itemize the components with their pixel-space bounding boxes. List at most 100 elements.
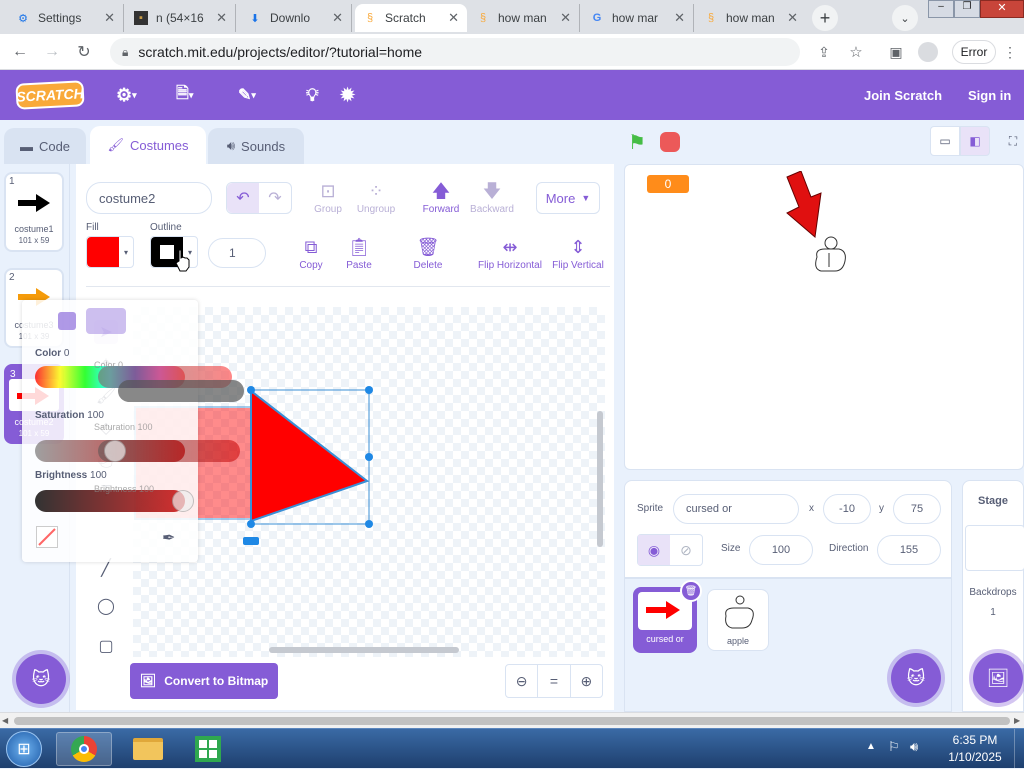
tray-expand-icon[interactable]: ▲	[866, 741, 876, 752]
show-eye-icon[interactable]: ◉	[638, 535, 670, 565]
stop-icon[interactable]	[660, 132, 680, 152]
backward-button[interactable]: 🡇 Backward	[468, 180, 516, 215]
tab-costumes[interactable]: 🖌︎ Costumes	[90, 126, 206, 164]
start-button[interactable]: ⊞	[6, 731, 42, 767]
stage-selector-panel[interactable]: Stage Backdrops 1 🖼︎	[962, 480, 1024, 712]
forward-button[interactable]: 🡅 Forward	[420, 180, 462, 215]
paint-canvas[interactable]	[133, 307, 605, 657]
sprite-thumb-cursed-or[interactable]: cursed or 🗑︎	[633, 580, 702, 653]
browser-tab-how-many-1[interactable]: § how man ✕	[468, 4, 580, 32]
undo-icon[interactable]: ↶	[227, 183, 259, 213]
costume-name-input[interactable]: costume2	[86, 182, 212, 214]
share-icon[interactable]: ⇪	[814, 42, 834, 62]
fullscreen-icon[interactable]: ⛶	[1000, 126, 1024, 156]
choose-backdrop-button[interactable]: 🖼︎	[973, 653, 1023, 703]
sign-in-link[interactable]: Sign in	[968, 83, 1011, 107]
back-arrow-icon[interactable]: ←	[10, 42, 30, 62]
clock-date[interactable]: 1/10/2025	[940, 750, 1010, 764]
restore-button[interactable]: ❐	[954, 0, 980, 18]
tutorials-lightbulb-icon[interactable]: 💡︎	[306, 83, 319, 107]
browser-tab-settings[interactable]: ⚙ Settings ✕	[8, 4, 124, 32]
sprite-name-input[interactable]: cursed or	[673, 494, 799, 524]
show-desktop-button[interactable]	[1014, 729, 1024, 769]
zoom-in-icon[interactable]: ⊕	[571, 665, 602, 697]
url-field[interactable]: 🔒︎ scratch.mit.edu/projects/editor/?tuto…	[110, 38, 800, 66]
join-scratch-link[interactable]: Join Scratch	[864, 83, 942, 107]
delete-sprite-icon[interactable]: 🗑︎	[680, 580, 702, 602]
browser-tab-scratch-active[interactable]: § Scratch ✕	[355, 4, 467, 32]
fill-color-picker[interactable]: ▾	[86, 236, 134, 268]
scratch-logo[interactable]: SCRATCH	[15, 80, 85, 110]
reload-icon[interactable]: ↻	[74, 42, 94, 62]
browser-tab-image[interactable]: ▪ n (54×16 ✕	[126, 4, 236, 32]
error-button[interactable]: Error	[952, 40, 996, 64]
costume-thumb-1[interactable]: 1 costume1 101 x 59	[4, 172, 64, 252]
x-input[interactable]: -10	[823, 494, 871, 524]
flip-vertical-button[interactable]: ⇕ Flip Vertical	[552, 236, 604, 271]
normal-stage-icon[interactable]: ◧	[960, 126, 990, 156]
y-input[interactable]: 75	[893, 494, 941, 524]
redo-icon[interactable]: ↷	[259, 183, 291, 213]
convert-to-bitmap-button[interactable]: 🖼︎ Convert to Bitmap	[130, 663, 278, 699]
close-tab-icon[interactable]: ✕	[448, 10, 459, 26]
side-panel-icon[interactable]: ▣	[886, 42, 906, 62]
more-dropdown[interactable]: More ▼	[536, 182, 600, 214]
green-flag-icon[interactable]: ⚑	[628, 130, 646, 155]
volume-icon[interactable]: 🔊︎	[910, 739, 918, 755]
close-tab-icon[interactable]: ✕	[332, 10, 343, 26]
close-tab-icon[interactable]: ✕	[674, 10, 685, 26]
sprite-thumb-apple[interactable]: apple	[707, 589, 769, 651]
eyedropper-icon[interactable]: ✒	[162, 528, 175, 548]
tab-code[interactable]: ▬ Code	[4, 128, 86, 164]
gradient-mode-swatch[interactable]	[86, 308, 126, 334]
network-flag-icon[interactable]: ⚐	[888, 739, 900, 755]
backdrop-thumbnail[interactable]	[965, 525, 1024, 571]
close-tab-icon[interactable]: ✕	[787, 10, 798, 26]
rectangle-tool-icon[interactable]: ▢	[94, 634, 118, 658]
hide-eye-icon[interactable]: ⊘	[670, 535, 702, 565]
explorer-taskbar-icon[interactable]	[120, 732, 176, 766]
choose-sprite-button[interactable]: 🐱︎	[891, 653, 941, 703]
bookmark-star-icon[interactable]: ☆	[846, 42, 866, 62]
store-taskbar-icon[interactable]	[180, 732, 236, 766]
scroll-right-arrow-icon[interactable]: ▶	[1014, 716, 1020, 725]
paste-button[interactable]: 📋︎ Paste	[344, 236, 374, 271]
delete-button[interactable]: 🗑︎ Delete	[412, 236, 444, 271]
kebab-menu-icon[interactable]: ⋮	[1000, 42, 1020, 62]
choose-costume-button[interactable]: 🐱︎	[16, 654, 66, 704]
outline-width-input[interactable]: 1	[208, 238, 266, 268]
close-tab-icon[interactable]: ✕	[216, 10, 227, 26]
scroll-left-arrow-icon[interactable]: ◀	[2, 716, 8, 725]
solid-fill-swatch[interactable]	[58, 312, 76, 330]
close-tab-icon[interactable]: ✕	[104, 10, 115, 26]
size-input[interactable]: 100	[749, 535, 813, 565]
no-color-swatch[interactable]	[36, 526, 58, 548]
new-tab-button[interactable]: +	[812, 5, 838, 31]
flip-horizontal-button[interactable]: ⇹ Flip Horizontal	[478, 236, 542, 271]
settings-gear-icon[interactable]: ⚙ ▾	[116, 83, 137, 107]
file-menu-icon[interactable]: 🗎︎ ▾	[176, 83, 193, 107]
copy-button[interactable]: ⧉ Copy	[296, 236, 326, 271]
browser-tab-google[interactable]: G how mar ✕	[582, 4, 694, 32]
group-button[interactable]: ⊡ Group	[310, 180, 346, 215]
forward-arrow-icon[interactable]: →	[42, 42, 62, 62]
zoom-reset-button[interactable]: =	[537, 665, 571, 697]
zoom-out-icon[interactable]: ⊖	[506, 665, 537, 697]
edit-pencil-icon[interactable]: ✎ ▾	[238, 83, 256, 107]
tab-search-button[interactable]: ⌄	[892, 5, 918, 31]
chrome-taskbar-icon[interactable]	[56, 732, 112, 766]
debug-icon[interactable]: ✹	[340, 83, 355, 107]
profile-avatar-icon[interactable]	[918, 42, 938, 62]
close-tab-icon[interactable]: ✕	[560, 10, 571, 26]
browser-tab-how-many-2[interactable]: § how man ✕	[696, 4, 806, 32]
tab-sounds[interactable]: 🔊︎ Sounds	[208, 128, 304, 164]
scrollbar-thumb[interactable]	[14, 717, 1010, 725]
stage-canvas[interactable]: 0	[624, 164, 1024, 470]
small-stage-icon[interactable]: ▭	[930, 126, 960, 156]
clock-time[interactable]: 6:35 PM	[940, 733, 1010, 747]
circle-tool-icon[interactable]: ◯	[94, 594, 118, 618]
minimize-button[interactable]: ‒	[928, 0, 954, 18]
ungroup-button[interactable]: ⁘ Ungroup	[356, 180, 396, 215]
browser-tab-downloads[interactable]: ⬇ Downlo ✕	[240, 4, 352, 32]
page-horizontal-scrollbar[interactable]: ◀ ▶	[0, 712, 1024, 728]
